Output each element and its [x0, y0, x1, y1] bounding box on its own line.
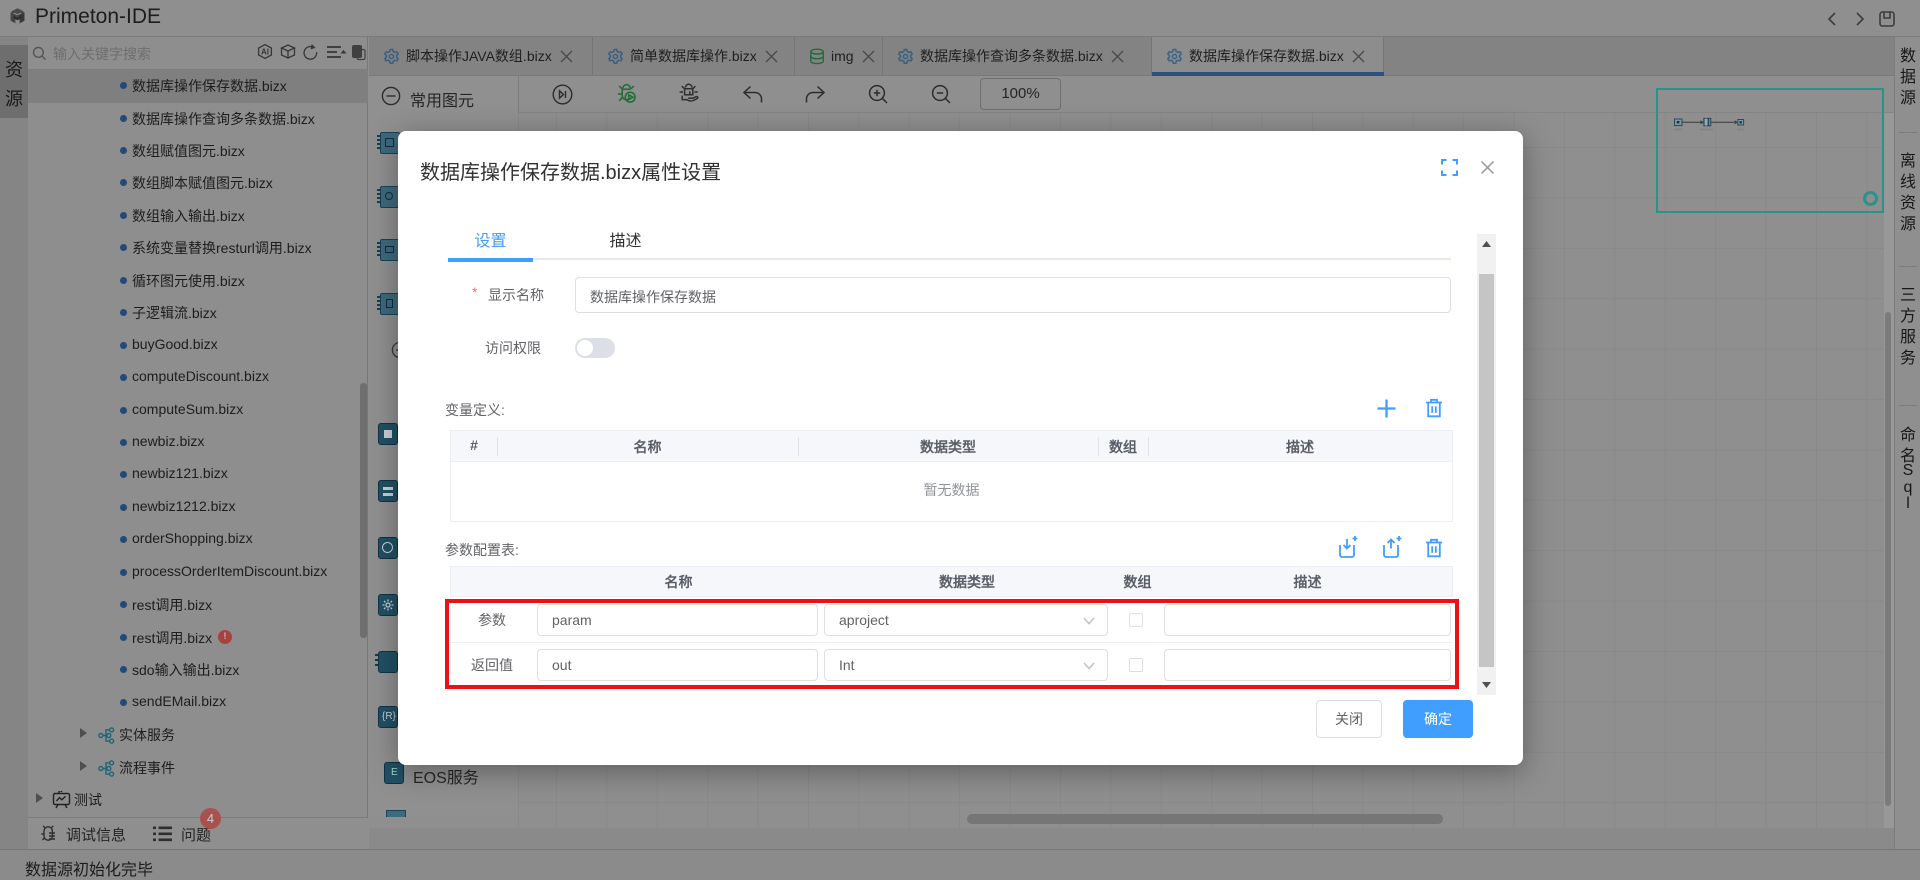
svg-text:AI: AI — [261, 48, 269, 57]
